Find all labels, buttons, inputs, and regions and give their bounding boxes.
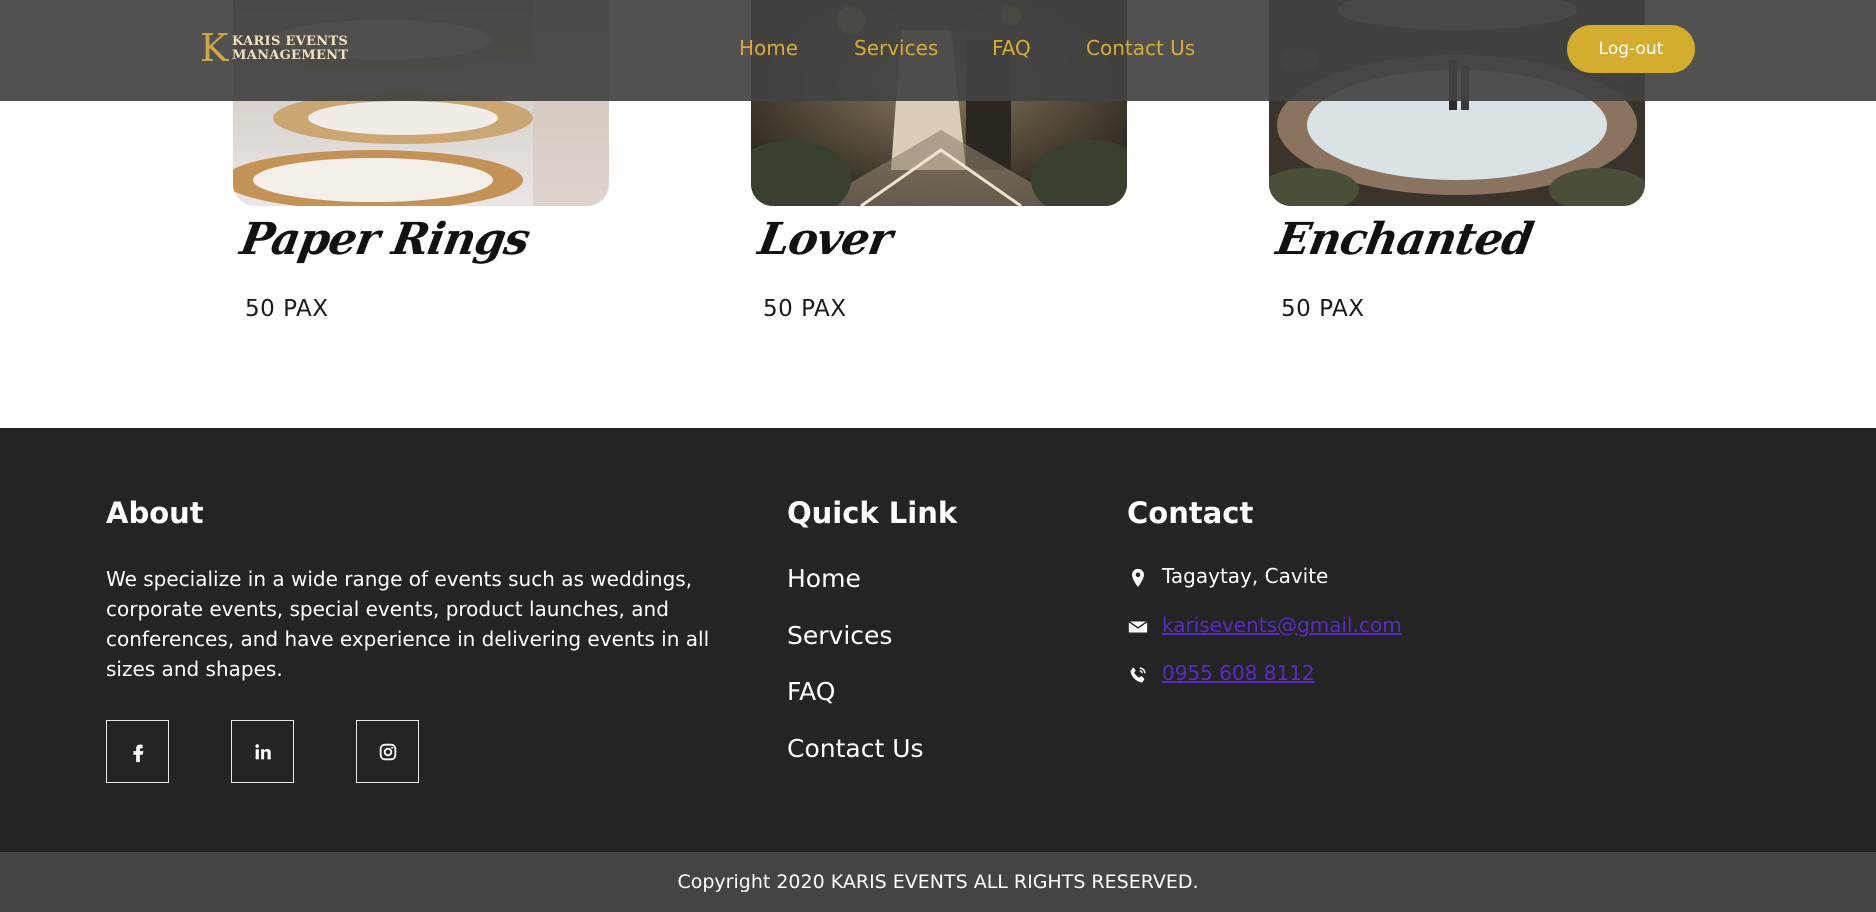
logo-mark-k: K <box>200 26 229 70</box>
nav-home[interactable]: Home <box>739 36 798 60</box>
linkedin-icon <box>254 743 271 759</box>
copyright-bar: Copyright 2020 KARIS EVENTS ALL RIGHTS R… <box>0 852 1876 912</box>
package-name: Lover <box>754 214 896 265</box>
package-name: Paper Rings <box>236 214 533 265</box>
copyright-text: Copyright 2020 KARIS EVENTS ALL RIGHTS R… <box>677 871 1199 893</box>
quick-link-contact-us[interactable]: Contact Us <box>787 734 924 763</box>
quick-link-faq[interactable]: FAQ <box>787 677 835 706</box>
logout-button[interactable]: Log-out <box>1567 25 1695 73</box>
nav-services[interactable]: Services <box>854 36 938 60</box>
map-pin-icon <box>1132 568 1144 588</box>
package-pax: 50 PAX <box>245 296 329 322</box>
site-header: K KARIS EVENTS MANAGEMENT Home Services … <box>0 0 1876 101</box>
logo-text-line1: KARIS EVENTS <box>232 34 349 49</box>
quick-link-heading: Quick Link <box>787 496 958 530</box>
about-text: We specialize in a wide range of events … <box>106 567 710 681</box>
contact-phone-link[interactable]: 0955 608 8112 <box>1162 661 1315 685</box>
logo-text-line2: MANAGEMENT <box>232 48 349 63</box>
quick-link-services[interactable]: Services <box>787 621 892 650</box>
envelope-icon <box>1128 620 1148 633</box>
facebook-link[interactable] <box>106 720 169 783</box>
about-heading: About <box>106 496 204 530</box>
site-footer: About We specialize in a wide range of e… <box>0 428 1876 852</box>
linkedin-link[interactable] <box>231 720 294 783</box>
phone-icon <box>1130 667 1146 683</box>
nav-faq[interactable]: FAQ <box>992 36 1031 60</box>
contact-heading: Contact <box>1127 496 1254 530</box>
contact-email-link[interactable]: karisevents@gmail.com <box>1162 613 1402 637</box>
package-name: Enchanted <box>1272 214 1537 265</box>
instagram-link[interactable] <box>356 720 419 783</box>
contact-address-text: Tagaytay, Cavite <box>1162 564 1329 588</box>
package-pax: 50 PAX <box>1281 296 1365 322</box>
nav-contact-us[interactable]: Contact Us <box>1086 36 1195 60</box>
package-pax: 50 PAX <box>763 296 847 322</box>
karis-logo[interactable]: K KARIS EVENTS MANAGEMENT <box>200 26 350 70</box>
instagram-icon <box>379 743 396 760</box>
quick-link-home[interactable]: Home <box>787 564 861 593</box>
facebook-icon <box>132 744 143 762</box>
